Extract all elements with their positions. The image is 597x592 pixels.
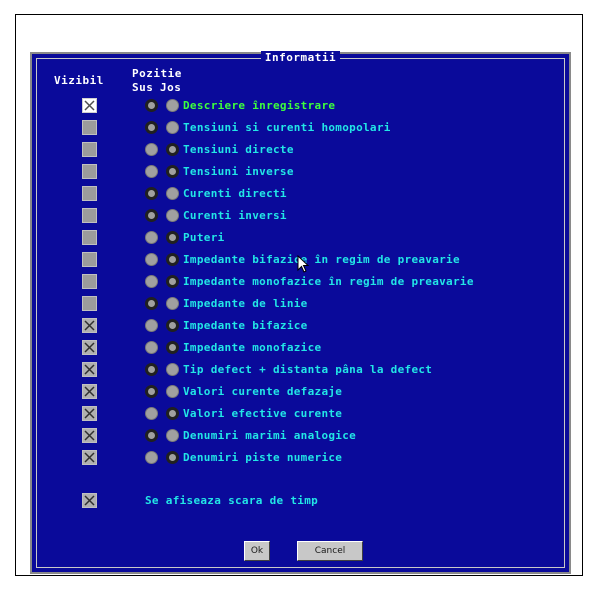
position-up-radio[interactable] [145, 143, 158, 156]
option-row: Curenti directi [32, 183, 569, 205]
visible-checkbox[interactable] [82, 362, 97, 377]
option-row: Tensiuni si curenti homopolari [32, 117, 569, 139]
option-label: Impedante de linie [183, 297, 308, 310]
position-down-radio[interactable] [166, 363, 179, 376]
option-label: Impedante monofazice în regim de preavar… [183, 275, 474, 288]
position-down-radio[interactable] [166, 165, 179, 178]
option-row: Puteri [32, 227, 569, 249]
option-label: Tip defect + distanta pâna la defect [183, 363, 433, 376]
position-up-radio[interactable] [145, 253, 158, 266]
position-down-radio[interactable] [166, 385, 179, 398]
position-down-radio[interactable] [166, 143, 179, 156]
position-up-radio[interactable] [145, 407, 158, 420]
visible-checkbox[interactable] [82, 164, 97, 179]
position-down-radio[interactable] [166, 209, 179, 222]
visible-checkbox[interactable] [82, 384, 97, 399]
option-row: Impedante bifazice [32, 315, 569, 337]
position-down-radio[interactable] [166, 341, 179, 354]
position-up-radio[interactable] [145, 99, 158, 112]
option-row: Tensiuni inverse [32, 161, 569, 183]
option-label: Valori efective curente [183, 407, 343, 420]
visible-checkbox[interactable] [82, 296, 97, 311]
visible-checkbox[interactable] [82, 230, 97, 245]
visible-checkbox[interactable] [82, 428, 97, 443]
option-row: Valori curente defazaje [32, 381, 569, 403]
position-up-radio[interactable] [145, 231, 158, 244]
visible-checkbox[interactable] [82, 340, 97, 355]
dialog-title: Informatii [260, 51, 341, 64]
option-row: Valori efective curente [32, 403, 569, 425]
option-row: Tip defect + distanta pâna la defect [32, 359, 569, 381]
position-down-radio[interactable] [166, 451, 179, 464]
position-up-radio[interactable] [145, 209, 158, 222]
position-down-radio[interactable] [166, 187, 179, 200]
position-up-radio[interactable] [145, 363, 158, 376]
option-row: Descriere înregistrare [32, 95, 569, 117]
informatii-dialog: Informatii Vizibil Pozitie Sus Jos Descr… [30, 51, 571, 574]
option-label: Impedante monofazice [183, 341, 322, 354]
option-row: Tensiuni directe [32, 139, 569, 161]
option-label: Puteri [183, 231, 225, 244]
option-row: Impedante de linie [32, 293, 569, 315]
position-down-radio[interactable] [166, 99, 179, 112]
position-up-radio[interactable] [145, 385, 158, 398]
position-up-radio[interactable] [145, 451, 158, 464]
header-position: Pozitie [132, 67, 182, 80]
option-row: Denumiri piste numerice [32, 447, 569, 469]
visible-checkbox[interactable] [82, 98, 97, 113]
option-label: Impedante bifazice în regim de preavarie [183, 253, 460, 266]
visible-checkbox[interactable] [82, 252, 97, 267]
position-up-radio[interactable] [145, 319, 158, 332]
visible-checkbox[interactable] [82, 208, 97, 223]
timescale-checkbox[interactable] [82, 493, 97, 508]
position-up-radio[interactable] [145, 429, 158, 442]
visible-checkbox[interactable] [82, 450, 97, 465]
position-down-radio[interactable] [166, 253, 179, 266]
position-down-radio[interactable] [166, 429, 179, 442]
option-label: Curenti inversi [183, 209, 287, 222]
option-row: Denumiri marimi analogice [32, 425, 569, 447]
option-label: Valori curente defazaje [183, 385, 343, 398]
position-down-radio[interactable] [166, 275, 179, 288]
position-down-radio[interactable] [166, 407, 179, 420]
visible-checkbox[interactable] [82, 318, 97, 333]
visible-checkbox[interactable] [82, 142, 97, 157]
cancel-button[interactable]: Cancel [297, 541, 363, 561]
position-up-radio[interactable] [145, 165, 158, 178]
option-label: Tensiuni directe [183, 143, 294, 156]
position-up-radio[interactable] [145, 121, 158, 134]
timescale-label: Se afiseaza scara de timp [145, 494, 319, 507]
option-row: Impedante monofazice [32, 337, 569, 359]
option-label: Denumiri piste numerice [183, 451, 343, 464]
position-up-radio[interactable] [145, 341, 158, 354]
header-up: Sus [132, 81, 154, 94]
visible-checkbox[interactable] [82, 274, 97, 289]
visible-checkbox[interactable] [82, 406, 97, 421]
dialog-title-bar: Informatii [32, 46, 569, 65]
visible-checkbox[interactable] [82, 120, 97, 135]
mouse-cursor-icon [297, 255, 310, 273]
option-label: Denumiri marimi analogice [183, 429, 357, 442]
option-label: Tensiuni si curenti homopolari [183, 121, 391, 134]
header-down: Jos [160, 81, 182, 94]
position-down-radio[interactable] [166, 297, 179, 310]
option-label: Descriere înregistrare [183, 99, 336, 112]
option-label: Tensiuni inverse [183, 165, 294, 178]
visible-checkbox[interactable] [82, 186, 97, 201]
position-down-radio[interactable] [166, 231, 179, 244]
position-up-radio[interactable] [145, 297, 158, 310]
position-up-radio[interactable] [145, 275, 158, 288]
position-up-radio[interactable] [145, 187, 158, 200]
option-label: Curenti directi [183, 187, 287, 200]
timescale-row: Se afiseaza scara de timp [32, 490, 569, 512]
option-label: Impedante bifazice [183, 319, 308, 332]
header-visible: Vizibil [54, 74, 104, 87]
option-row: Curenti inversi [32, 205, 569, 227]
ok-button[interactable]: Ok [244, 541, 270, 561]
position-down-radio[interactable] [166, 121, 179, 134]
position-down-radio[interactable] [166, 319, 179, 332]
